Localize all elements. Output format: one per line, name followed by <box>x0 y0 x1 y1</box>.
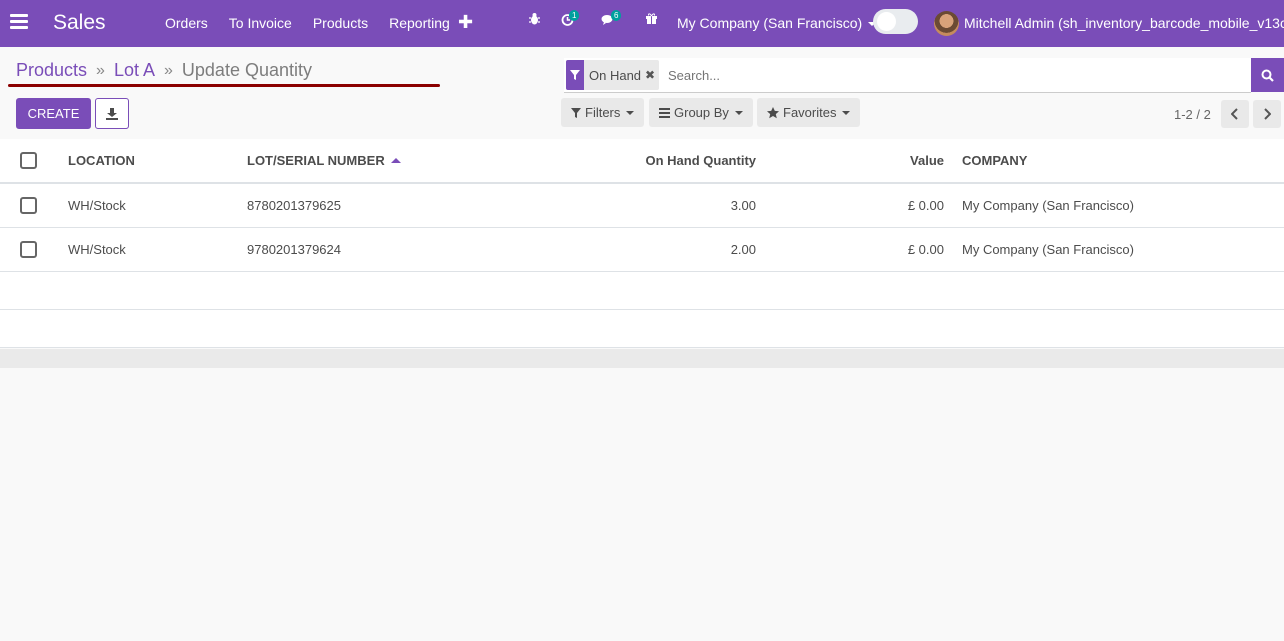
caret-down-icon <box>626 110 635 115</box>
gift-icon[interactable] <box>645 12 658 28</box>
avatar[interactable] <box>934 11 959 36</box>
cell-value: £ 0.00 <box>907 198 944 213</box>
column-header-lot[interactable]: LOT/SERIAL NUMBER <box>247 139 401 182</box>
sort-ascending-icon <box>390 158 401 163</box>
filters-dropdown[interactable]: Filters <box>561 98 645 127</box>
pager-previous-button[interactable] <box>1221 100 1249 128</box>
page-title: Update Quantity <box>181 60 312 80</box>
table-row[interactable]: WH/Stock 9780201379624 2.00 £ 0.00 My Co… <box>0 228 1284 272</box>
chevron-right-icon <box>1264 108 1271 120</box>
main-menu: Orders To Invoice Products Reporting <box>165 15 471 31</box>
groupby-dropdown[interactable]: Group By <box>649 98 753 127</box>
caret-down-icon <box>734 110 743 115</box>
breadcrumb-lot[interactable]: Lot A <box>114 60 155 81</box>
menu-item-reporting[interactable]: Reporting <box>389 15 450 31</box>
select-all-checkbox[interactable] <box>20 152 37 169</box>
app-name[interactable]: Sales <box>53 11 106 35</box>
cell-company: My Company (San Francisco) <box>962 198 1134 213</box>
cell-qty: 3.00 <box>730 198 756 213</box>
breadcrumb: Products » Lot A » Update Quantity <box>16 60 312 81</box>
mode-toggle[interactable] <box>873 9 918 34</box>
annotation-underline <box>8 84 440 87</box>
facet-value: On Hand <box>589 67 642 83</box>
cell-location: WH/Stock <box>68 242 126 257</box>
filter-icon <box>571 107 581 118</box>
pager-value[interactable]: 1-2 / 2 <box>1174 107 1211 122</box>
menu-item-orders[interactable]: Orders <box>165 15 208 31</box>
apps-menu-icon[interactable] <box>10 14 28 30</box>
column-header-qty[interactable]: On Hand Quantity <box>560 139 757 182</box>
company-switcher[interactable]: My Company (San Francisco) <box>677 15 877 31</box>
chevron-left-icon <box>1231 108 1238 120</box>
create-button[interactable]: CREATE <box>16 98 91 129</box>
cell-lot: 9780201379624 <box>247 242 341 257</box>
filter-icon <box>566 60 584 90</box>
message-count-badge: 6 <box>611 10 622 21</box>
messages-icon[interactable]: 6 <box>601 10 622 29</box>
empty-row <box>0 272 1284 310</box>
list-icon <box>659 107 670 118</box>
bug-icon[interactable] <box>528 12 541 29</box>
menu-item-to-invoice[interactable]: To Invoice <box>229 15 292 31</box>
table-footer <box>0 349 1284 368</box>
column-header-value[interactable]: Value <box>800 139 944 182</box>
star-icon <box>767 106 779 118</box>
search-icon <box>1261 69 1274 82</box>
pager-next-button[interactable] <box>1253 100 1281 128</box>
plus-icon[interactable]: ✚ <box>458 12 473 33</box>
user-menu[interactable]: Mitchell Admin (sh_inventory_barcode_mob… <box>964 15 1284 31</box>
activity-icon[interactable]: 1 <box>561 10 580 29</box>
double-chevron-right-icon: » <box>164 61 173 79</box>
table-header: LOCATION LOT/SERIAL NUMBER On Hand Quant… <box>0 139 1284 184</box>
empty-row <box>0 310 1284 348</box>
search-input[interactable] <box>668 64 1238 86</box>
column-header-location[interactable]: LOCATION <box>68 139 135 182</box>
caret-down-icon <box>842 110 851 115</box>
search-button[interactable] <box>1251 58 1284 92</box>
export-button[interactable] <box>95 98 129 129</box>
cell-qty: 2.00 <box>730 242 756 257</box>
row-checkbox[interactable] <box>20 241 37 258</box>
favorites-dropdown[interactable]: Favorites <box>757 98 861 127</box>
search-facet: On Hand ✖ <box>566 60 660 90</box>
list-view-table: LOCATION LOT/SERIAL NUMBER On Hand Quant… <box>0 139 1284 348</box>
cell-company: My Company (San Francisco) <box>962 242 1134 257</box>
row-checkbox[interactable] <box>20 197 37 214</box>
top-navbar: Sales Orders To Invoice Products Reporti… <box>0 0 1284 47</box>
download-icon <box>106 107 118 120</box>
double-chevron-right-icon: » <box>96 61 105 79</box>
close-icon[interactable]: ✖ <box>645 68 655 82</box>
search-bar: On Hand ✖ <box>564 58 1251 93</box>
table-row[interactable]: WH/Stock 8780201379625 3.00 £ 0.00 My Co… <box>0 184 1284 228</box>
cell-location: WH/Stock <box>68 198 126 213</box>
activity-count-badge: 1 <box>569 10 580 21</box>
column-header-company[interactable]: COMPANY <box>962 139 1027 182</box>
menu-item-products[interactable]: Products <box>313 15 368 31</box>
cell-lot: 8780201379625 <box>247 198 341 213</box>
cell-value: £ 0.00 <box>907 242 944 257</box>
breadcrumb-products[interactable]: Products <box>16 60 87 81</box>
